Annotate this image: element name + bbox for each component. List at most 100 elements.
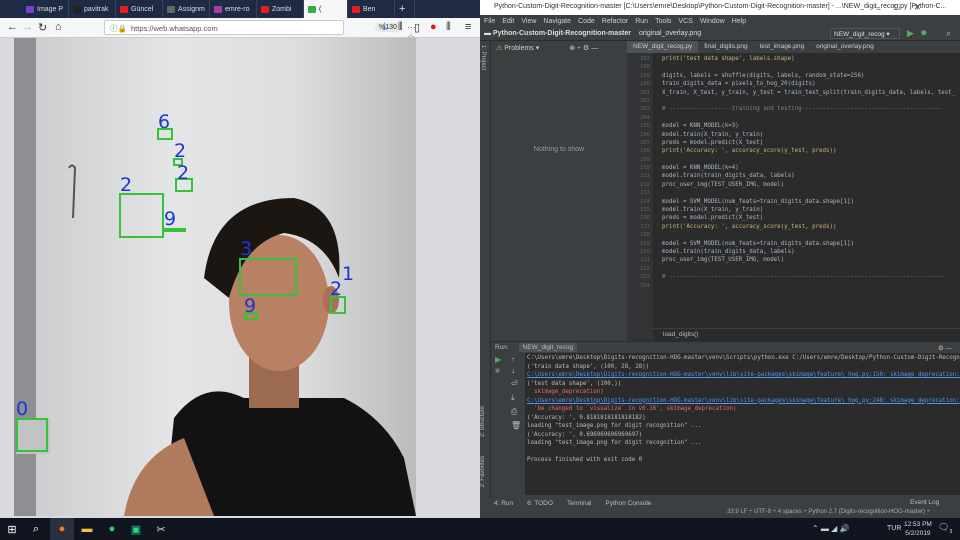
structure-tool-tab[interactable]: 2: Structure (480, 406, 486, 437)
run-icon[interactable]: ▶ (907, 28, 914, 39)
line-number: 213 (640, 190, 650, 197)
browser-tab[interactable]: Zombi (257, 0, 304, 18)
search-icon[interactable]: ⌕ (946, 28, 951, 39)
trash-icon[interactable]: 🗑 (511, 421, 521, 430)
run-label: Run: (495, 344, 509, 351)
browser-tab[interactable]: ( (304, 0, 348, 18)
file-explorer-icon[interactable]: ▬ (75, 518, 99, 540)
editor-tabs: NEW_digit_recog.py final_digits.png test_i… (627, 41, 960, 53)
menu-run[interactable]: Run (635, 18, 648, 25)
run-config-select[interactable]: NEW_digit_recog ▾ (830, 28, 900, 39)
settings-icon[interactable]: ⚙ — (938, 344, 952, 352)
clock[interactable]: 12:53 PM 5/2/2019 (904, 520, 932, 538)
problems-dropdown[interactable]: Problems (504, 45, 534, 52)
reload-button[interactable]: ↻ (38, 21, 47, 34)
browser-toolbar: ← → ↻ ⌂ ⓘ🔒 https://web.whatsapp.com %130… (0, 18, 480, 42)
rerun-icon[interactable]: ▶ (495, 355, 501, 364)
stop-icon[interactable]: ■ (495, 366, 500, 375)
window-controls[interactable]: –□✕ (875, 2, 935, 13)
menu-tools[interactable]: Tools (655, 18, 671, 25)
project-name[interactable]: Python-Custom-Digit-Recognition-master (493, 30, 631, 37)
browser-tab[interactable]: Ben (348, 0, 395, 18)
firefox-icon[interactable]: ● (50, 518, 74, 540)
editor-tab[interactable]: NEW_digit_recog.py (627, 41, 699, 53)
detected-digit: 3 (240, 238, 253, 260)
run-tab[interactable]: NEW_digit_recog (518, 343, 578, 352)
menu-file[interactable]: File (484, 18, 495, 25)
bottom-tab[interactable]: 6: TODO (527, 500, 553, 507)
panel-tools-icon[interactable]: ⊗ ÷ ⚙ — (569, 45, 598, 52)
line-number: 211 (640, 173, 650, 180)
line-number: 218 (640, 232, 650, 239)
editor-breadcrumb[interactable]: load_digits() (653, 328, 960, 340)
wrap-icon[interactable]: ⏎ (511, 379, 518, 388)
line-number: 219 (640, 240, 650, 247)
menu-view[interactable]: View (521, 18, 536, 25)
forward-button[interactable]: → (22, 21, 33, 33)
browser-tab[interactable]: Güncel (116, 0, 163, 18)
nav-file[interactable]: original_overlay.png (639, 30, 701, 37)
menu-vcs[interactable]: VCS (678, 18, 692, 25)
detection-box (119, 193, 164, 238)
console-line: loading "test_image.png for digit recogn… (527, 423, 702, 429)
up-icon[interactable]: ↑ (511, 355, 515, 364)
browser-tab[interactable]: Image P (22, 0, 69, 18)
line-number: 207 (640, 139, 650, 146)
down-icon[interactable]: ↓ (511, 366, 515, 375)
menu-window[interactable]: Window (700, 18, 725, 25)
bottom-tab[interactable]: 4: Run (494, 500, 513, 507)
favorites-tool-tab[interactable]: 2: Favorites (480, 456, 486, 487)
bottom-tab[interactable]: Python Console (606, 500, 652, 507)
detected-digit: 2 (120, 174, 133, 196)
menu-code[interactable]: Code (578, 18, 595, 25)
download-icon[interactable]: ⤓ (382, 21, 387, 34)
browser-tab[interactable]: Assignm (163, 0, 210, 18)
project-tool-tab[interactable]: 1: Project (480, 45, 486, 70)
snipping-tool-icon[interactable]: ✂ (149, 518, 173, 540)
language-indicator[interactable]: TUR (887, 525, 901, 532)
warning-icon: ⚠ (496, 45, 503, 52)
line-number: 210 (640, 165, 650, 172)
line-number-gutter: 197 198 199 200 201 202 203 204 205 206 207 208 209 2… (627, 53, 653, 341)
adblock-icon[interactable]: ● (430, 21, 437, 33)
spotify-icon[interactable]: ● (100, 518, 124, 540)
new-tab-button[interactable]: + (395, 0, 415, 18)
menu-icon[interactable]: ≡ (465, 21, 471, 33)
console-line[interactable]: C:\Users\emre\Desktop\Digits-recognition… (527, 371, 960, 380)
editor-tab[interactable]: final_digits.png (698, 41, 753, 53)
library-icon[interactable]: ⫴ (398, 21, 403, 34)
menu-edit[interactable]: Edit (502, 18, 514, 25)
line-number: 199 (640, 72, 650, 79)
pycharm-icon[interactable]: ▣ (124, 518, 148, 540)
tab-favicon-icon (214, 5, 222, 13)
browser-tab[interactable]: pavitrak (69, 0, 116, 18)
editor-tab[interactable]: test_image.png (754, 41, 810, 53)
debug-icon[interactable]: ✹ (920, 28, 928, 39)
browser-tab[interactable]: emre-ro (210, 0, 257, 18)
scroll-end-icon[interactable]: ⤓ (511, 393, 515, 403)
event-log-button[interactable]: Event Log (910, 499, 939, 506)
home-button[interactable]: ⌂ (55, 21, 62, 33)
menu-refactor[interactable]: Refactor (602, 18, 628, 25)
bottom-tab[interactable]: Terminal (567, 500, 592, 507)
print-icon[interactable]: ⎙ (511, 407, 517, 417)
extension-icon[interactable]: ⦀ (446, 21, 451, 34)
console-line: ('Accuracy: ', 0.696969696969697) (527, 431, 643, 438)
notifications-icon[interactable]: 🗨3 (938, 522, 952, 535)
console-line[interactable]: C:\Users\emre\Desktop\Digits-recognition… (527, 397, 960, 406)
search-icon[interactable]: ⌕ (24, 518, 48, 540)
line-number: 216 (640, 215, 650, 222)
code-editor[interactable]: print('test data shape', labels.shape) di… (653, 53, 960, 341)
sidebar-icon[interactable]: ▯ (414, 21, 420, 34)
url-bar[interactable]: ⓘ🔒 https://web.whatsapp.com %130 ··· ☆ (104, 20, 416, 42)
menu-help[interactable]: Help (732, 18, 746, 25)
menu-navigate[interactable]: Navigate (543, 18, 571, 25)
editor-tab[interactable]: original_overlay.png (810, 41, 880, 53)
run-console[interactable]: C:\Users\emre\Desktop\Digits-recognition… (525, 353, 960, 495)
tray-icons[interactable]: ⌃ ▬ ◢ 🔊 (812, 524, 849, 533)
back-button[interactable]: ← (7, 21, 18, 33)
start-icon[interactable]: ⊞ (0, 518, 24, 540)
